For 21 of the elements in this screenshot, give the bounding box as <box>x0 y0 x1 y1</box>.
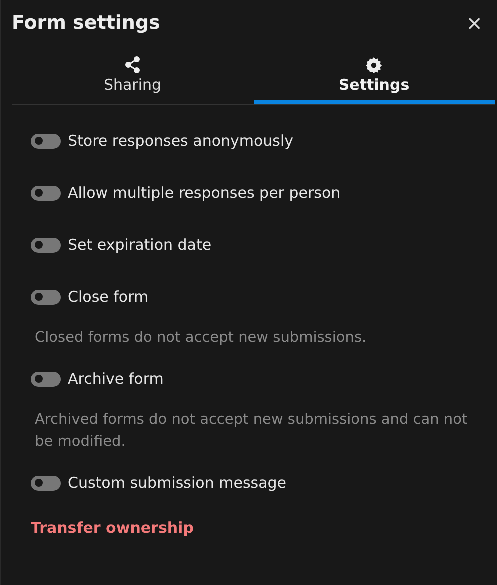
setting-description: Archived forms do not accept new submissions and can not be modified. <box>35 411 469 452</box>
setting-label: Set expiration date <box>68 236 212 254</box>
setting-description: Closed forms do not accept new submissions. <box>35 329 368 348</box>
toggle-switch[interactable] <box>31 186 61 200</box>
toggle-switch[interactable] <box>31 290 61 304</box>
transfer-ownership-link[interactable]: Transfer ownership <box>31 519 194 537</box>
panel-title: Form settings <box>12 12 160 34</box>
toggle-switch[interactable] <box>31 238 61 252</box>
setting-label: Custom submission message <box>68 474 287 492</box>
tab[interactable]: Settings <box>254 51 495 104</box>
settings-icon <box>365 56 384 74</box>
toggle-switch[interactable] <box>31 476 61 490</box>
share-icon <box>124 56 142 74</box>
tab[interactable]: Sharing <box>12 51 254 104</box>
toggle-switch[interactable] <box>31 134 61 148</box>
setting-label: Close form <box>68 288 149 306</box>
setting-label: Allow multiple responses per person <box>68 184 341 202</box>
toggle-switch[interactable] <box>31 372 61 386</box>
setting-label: Store responses anonymously <box>68 132 294 150</box>
close-button[interactable]: × <box>464 12 485 32</box>
setting-label: Archive form <box>68 370 164 388</box>
